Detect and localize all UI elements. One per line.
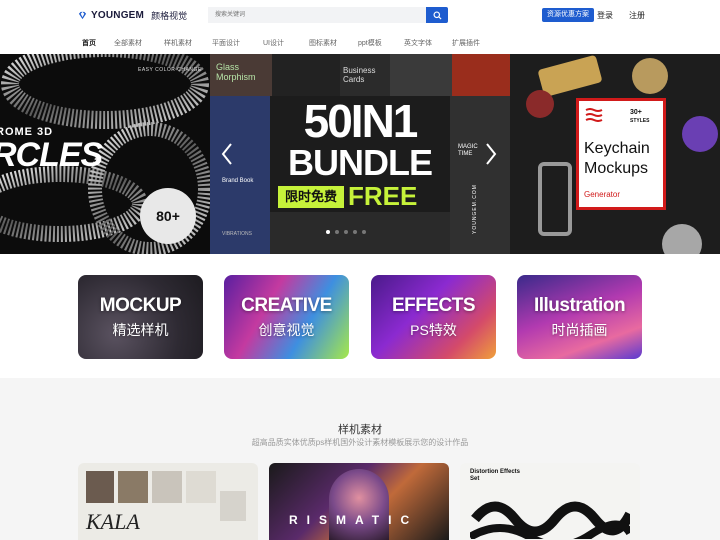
banner-slide-chrome[interactable]: EASY COLOR CHANGE ROME 3D RCLES 80+	[0, 54, 210, 254]
top-header: YOUNGEM 颜格视觉 资源优惠方案 登录 注册	[0, 0, 720, 32]
brand-logo[interactable]: YOUNGEM 颜格视觉	[78, 9, 187, 22]
nav-item-home[interactable]: 首页	[82, 38, 96, 48]
carousel-dot[interactable]	[344, 230, 348, 234]
brand-name: YOUNGEM	[91, 10, 145, 21]
shape-count-badge: 80+	[140, 188, 196, 244]
nav-item-ppt[interactable]: ppt模板	[358, 38, 382, 48]
keychain-sub: Generator	[584, 190, 621, 199]
search-input[interactable]	[208, 7, 426, 23]
tile-image-a	[272, 54, 340, 96]
search-bar	[208, 7, 448, 23]
feature-card-mockup[interactable]: MOCKUP 精选样机	[78, 275, 203, 359]
nav-item-plugins[interactable]: 扩展插件	[452, 38, 480, 48]
styles-count-sub: STYLES	[630, 118, 650, 124]
mockup-thumb-distortion[interactable]: Distortion Effects Set	[460, 463, 640, 540]
bundle-headline-line1: 50IN1	[303, 95, 419, 147]
register-link[interactable]: 注册	[629, 10, 645, 21]
thumb-photo-4	[186, 471, 216, 503]
chevron-right-icon	[486, 143, 497, 165]
chevron-left-icon	[221, 143, 232, 165]
carousel-dot[interactable]	[335, 230, 339, 234]
banner-tagline: EASY COLOR CHANGE	[138, 67, 202, 73]
distortion-art	[470, 501, 630, 539]
feature-title: MOCKUP	[99, 295, 182, 316]
thumb-photo-3	[152, 471, 182, 503]
carousel-dot[interactable]	[362, 230, 366, 234]
search-icon	[432, 10, 442, 20]
promo-plan-button[interactable]: 资源优惠方案	[542, 8, 594, 22]
styles-icon	[585, 108, 603, 122]
styles-count: 30+	[630, 109, 642, 116]
tile-vibrations-label: VIBRATIONS	[222, 231, 252, 237]
mockup-thumb-prismatic[interactable]: RISMATIC	[269, 463, 449, 540]
mockup-thumb-kala[interactable]: KALA	[78, 463, 258, 540]
feature-title: CREATIVE	[241, 295, 332, 316]
carousel-dots	[326, 230, 366, 234]
nav-item-ui[interactable]: UI设计	[263, 38, 284, 48]
thumb-caption: KALA	[86, 509, 140, 534]
feature-cards: MOCKUP 精选样机 CREATIVE 创意视觉 EFFECTS PS特效 I…	[0, 275, 720, 360]
thumb-caption: Distortion Effects Set	[470, 469, 521, 482]
search-button[interactable]	[426, 7, 448, 23]
feature-card-effects[interactable]: EFFECTS PS特效	[371, 275, 496, 359]
keychain-title-line1: Keychain	[584, 140, 650, 157]
feature-subtitle: PS特效	[410, 322, 457, 338]
badge-count: 80+	[156, 208, 180, 224]
feature-subtitle: 时尚插画	[551, 322, 608, 338]
free-tag-cn: 限时免费	[278, 186, 344, 208]
nav-item-fonts[interactable]: 英文字体	[404, 38, 432, 48]
nav-item-mockups[interactable]: 样机素材	[164, 38, 192, 48]
tile-right-strip	[450, 96, 510, 254]
banner-slide-keychain[interactable]: 30+ STYLES Keychain Mockups Generator	[510, 54, 720, 254]
section-title: 样机素材	[338, 424, 382, 436]
section-subtitle: 超高品质实体优质ps样机国外设计素材模板展示您的设计作品	[251, 438, 469, 447]
feature-title: Illustration	[533, 295, 626, 316]
banner-title-line2: RCLES	[0, 136, 103, 174]
login-link[interactable]: 登录	[597, 10, 613, 21]
carousel-dot-active[interactable]	[326, 230, 330, 234]
feature-card-creative[interactable]: CREATIVE 创意视觉	[224, 275, 349, 359]
hero-carousel[interactable]: EASY COLOR CHANGE ROME 3D RCLES 80+ Glas…	[0, 54, 720, 254]
tile-brandbook-label: Brand Book	[222, 178, 254, 184]
thumb-caption: RISMATIC	[289, 513, 419, 527]
diamond-icon	[78, 11, 87, 20]
tile-typo	[390, 54, 452, 96]
nav-item-all[interactable]: 全部素材	[114, 38, 142, 48]
feature-card-illustration[interactable]: Illustration 时尚插画	[517, 275, 642, 359]
main-nav: 首页 全部素材 样机素材 平面设计 UI设计 图标素材 ppt模板 英文字体 扩…	[0, 32, 720, 54]
next-slide-button[interactable]	[484, 142, 498, 166]
site-url-vertical: YOUNGEM.COM	[472, 184, 478, 234]
brand-name-cn: 颜格视觉	[151, 11, 188, 21]
tile-glass-label: Glass Morphism	[216, 62, 256, 82]
nav-item-graphic[interactable]: 平面设计	[212, 38, 240, 48]
feature-subtitle: 精选样机	[112, 322, 169, 338]
free-tag-en: FREE	[348, 181, 418, 211]
thumb-face	[329, 469, 389, 540]
keychain-title-line2: Mockups	[584, 160, 649, 177]
feature-title: EFFECTS	[391, 295, 476, 316]
tile-business-label: Business Cards	[343, 66, 376, 84]
tile-red	[452, 54, 510, 96]
carousel-dot[interactable]	[353, 230, 357, 234]
feature-subtitle: 创意视觉	[258, 322, 315, 338]
banner-slide-bundle[interactable]: Glass Morphism Business Cards 50IN1 BUND…	[210, 54, 510, 254]
thumb-photo-1	[86, 471, 114, 503]
nav-item-icons[interactable]: 图标素材	[309, 38, 337, 48]
prev-slide-button[interactable]	[220, 142, 234, 166]
thumb-photo-2	[118, 471, 148, 503]
thumb-photo-5	[220, 491, 246, 521]
bundle-headline-line2: BUNDLE	[288, 142, 433, 183]
